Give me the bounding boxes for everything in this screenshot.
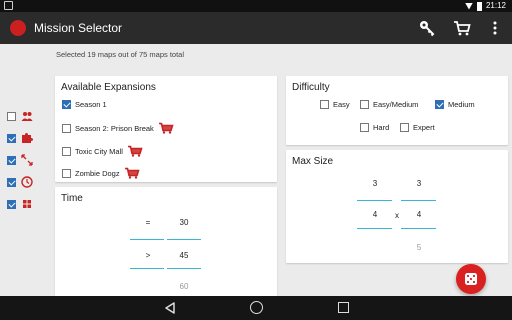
status-bar: 21:12 (0, 0, 512, 12)
notification-icon (4, 1, 13, 10)
time-value-selected[interactable]: 45 (169, 251, 199, 260)
system-nav-bar (0, 296, 512, 320)
grid-icon (23, 200, 31, 208)
battery-icon (476, 1, 482, 11)
time-operator-selected[interactable]: > (133, 251, 163, 260)
selection-summary: Selected 19 maps out of 75 maps total (56, 50, 184, 59)
dice-icon (465, 273, 477, 285)
buy-cart-icon[interactable] (124, 167, 140, 179)
difficulty-checkbox[interactable] (360, 123, 369, 132)
clock-icon (21, 176, 33, 188)
sidebar-checkbox[interactable] (7, 155, 16, 165)
difficulty-title: Difficulty (292, 82, 330, 93)
sidebar-item-players[interactable] (7, 108, 41, 124)
home-icon[interactable] (250, 301, 263, 314)
expansion-checkbox[interactable] (62, 123, 71, 133)
max-height-top[interactable]: 3 (404, 179, 434, 188)
max-width-top[interactable]: 3 (360, 179, 390, 188)
difficulty-easy-medium[interactable]: Easy/Medium (360, 100, 418, 109)
time-title: Time (61, 193, 83, 204)
app-title: Mission Selector (34, 21, 123, 35)
difficulty-hard[interactable]: Hard (360, 123, 389, 132)
status-time: 21:12 (485, 1, 506, 10)
size-separator: x (395, 211, 399, 220)
difficulty-checkbox[interactable] (360, 100, 369, 109)
sidebar-checkbox[interactable] (7, 133, 16, 143)
more-icon[interactable] (485, 18, 505, 38)
app-logo (10, 20, 26, 36)
random-dice-button[interactable] (456, 264, 486, 294)
sidebar-item-size[interactable] (7, 152, 41, 168)
expansion-season-1[interactable]: Season 1 (62, 100, 107, 109)
buy-cart-icon[interactable] (158, 122, 174, 134)
expansion-checkbox[interactable] (62, 168, 71, 178)
max-width-selected[interactable]: 4 (360, 210, 390, 219)
difficulty-checkbox[interactable] (400, 123, 409, 132)
puzzle-icon (22, 133, 33, 143)
sidebar-item-time[interactable] (7, 174, 41, 190)
max-height-selected[interactable]: 4 (404, 210, 434, 219)
expand-arrows-icon (21, 154, 33, 166)
expansion-season-2[interactable]: Season 2: Prison Break (62, 122, 174, 134)
expansions-title: Available Expansions (61, 82, 156, 93)
app-bar: Mission Selector (0, 12, 512, 44)
recents-icon[interactable] (338, 302, 349, 313)
expansions-card: Available Expansions Season 1 Season 2: … (55, 76, 277, 182)
time-value-bottom[interactable]: 60 (169, 282, 199, 291)
difficulty-expert[interactable]: Expert (400, 123, 435, 132)
max-size-card: Max Size 3 3 4 x 4 5 (286, 150, 508, 263)
expansion-zombie-dogz[interactable]: Zombie Dogz (62, 167, 140, 179)
wifi-icon (464, 2, 473, 10)
time-operator-top[interactable]: = (133, 218, 163, 227)
difficulty-checkbox[interactable] (320, 100, 329, 109)
expansion-checkbox[interactable] (62, 146, 71, 156)
sidebar-item-expansions[interactable] (7, 130, 41, 146)
expansion-checkbox[interactable] (62, 100, 71, 109)
buy-cart-icon[interactable] (127, 145, 143, 157)
time-value-top[interactable]: 30 (169, 218, 199, 227)
difficulty-checkbox[interactable] (435, 100, 444, 109)
max-height-bottom[interactable]: 5 (404, 243, 434, 252)
time-card: Time = 30 > 45 60 (55, 187, 277, 297)
sidebar-checkbox[interactable] (7, 199, 16, 209)
difficulty-easy[interactable]: Easy (320, 100, 350, 109)
sidebar-checkbox[interactable] (7, 111, 16, 121)
group-icon (21, 112, 33, 121)
cart-icon[interactable] (452, 18, 472, 38)
sidebar-checkbox[interactable] (7, 177, 16, 187)
expansion-toxic-city-mall[interactable]: Toxic City Mall (62, 145, 143, 157)
max-size-title: Max Size (292, 156, 334, 167)
difficulty-card: Difficulty Easy Easy/Medium Medium Hard … (286, 76, 508, 145)
difficulty-medium[interactable]: Medium (435, 100, 475, 109)
key-icon[interactable] (417, 18, 437, 38)
back-icon[interactable] (164, 302, 176, 314)
sidebar-item-tiles[interactable] (7, 196, 41, 212)
